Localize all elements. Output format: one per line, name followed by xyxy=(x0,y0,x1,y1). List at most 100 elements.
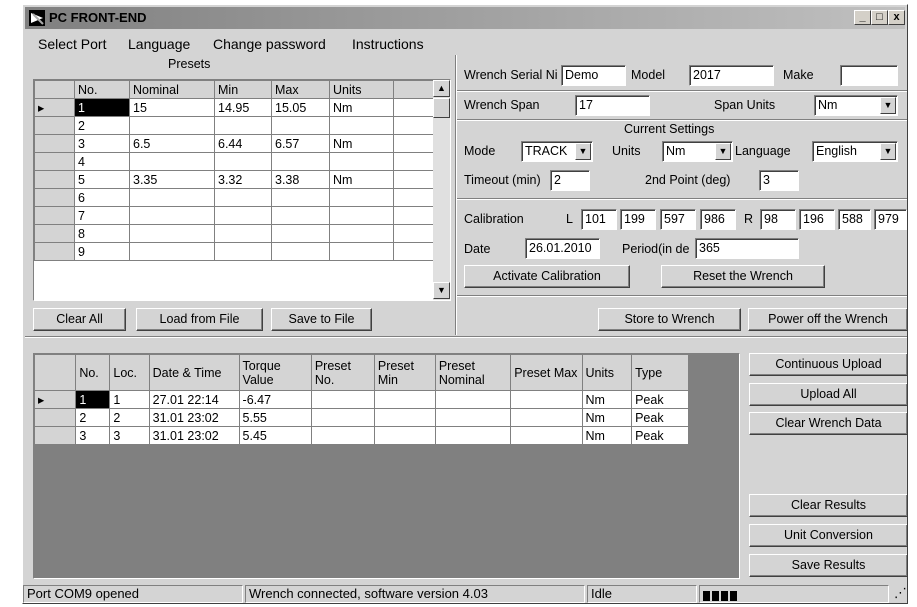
period-input[interactable]: 365 xyxy=(695,238,799,259)
clear-all-button[interactable]: Clear All xyxy=(33,308,126,331)
result-cell[interactable] xyxy=(510,390,583,409)
result-cell[interactable]: 27.01 22:14 xyxy=(148,390,240,409)
preset-cell[interactable]: Nm xyxy=(329,170,394,189)
row-indicator[interactable] xyxy=(34,206,75,225)
result-cell[interactable]: 1 xyxy=(75,390,111,409)
preset-cell[interactable]: 8 xyxy=(74,224,130,243)
result-cell[interactable] xyxy=(434,426,512,445)
column-header[interactable]: Loc. xyxy=(109,354,150,391)
power-off-button[interactable]: Power off the Wrench xyxy=(748,308,907,331)
result-row[interactable]: 3 3 31.01 23:02 5.45 Nm Peak xyxy=(34,426,689,445)
result-cell[interactable]: Nm xyxy=(581,426,633,445)
reset-wrench-button[interactable]: Reset the Wrench xyxy=(661,265,825,288)
preset-cell[interactable] xyxy=(214,116,272,135)
row-indicator[interactable] xyxy=(34,408,77,427)
preset-row[interactable]: 7 xyxy=(34,206,436,225)
preset-cell[interactable] xyxy=(129,206,215,225)
preset-cell[interactable]: 15.05 xyxy=(271,98,330,117)
result-cell[interactable] xyxy=(373,426,436,445)
result-cell[interactable]: 5.55 xyxy=(238,408,312,427)
preset-cell[interactable]: 2 xyxy=(74,116,130,135)
result-cell[interactable]: Nm xyxy=(581,408,633,427)
column-header[interactable]: No. xyxy=(75,354,111,391)
presets-scrollbar[interactable]: ▲ ▼ xyxy=(433,80,450,300)
chevron-down-icon[interactable]: ▼ xyxy=(880,143,896,160)
preset-cell[interactable]: 4 xyxy=(74,152,130,171)
preset-cell[interactable] xyxy=(271,188,330,207)
mode-select[interactable]: TRACK ▼ xyxy=(521,141,593,162)
second-point-input[interactable]: 3 xyxy=(759,170,799,191)
row-indicator[interactable]: ▸ xyxy=(34,98,75,117)
presets-grid[interactable]: No. Nominal Min Max Units ▸ 1 15 14.95 15.05… xyxy=(33,79,451,301)
scroll-up-icon[interactable]: ▲ xyxy=(433,80,450,97)
preset-cell[interactable] xyxy=(214,242,272,261)
column-header[interactable]: Nominal xyxy=(129,80,215,99)
result-cell[interactable] xyxy=(434,408,512,427)
preset-cell[interactable] xyxy=(329,152,394,171)
clear-wrench-data-button[interactable]: Clear Wrench Data xyxy=(749,412,907,435)
preset-cell[interactable] xyxy=(271,116,330,135)
menu-select-port[interactable]: Select Port xyxy=(38,36,106,52)
preset-row[interactable]: 4 xyxy=(34,152,436,171)
row-indicator[interactable] xyxy=(34,426,77,445)
calibration-r-2[interactable]: 196 xyxy=(799,209,835,230)
result-cell[interactable]: 31.01 23:02 xyxy=(148,408,240,427)
column-header[interactable]: Preset No. xyxy=(310,354,375,391)
preset-cell[interactable] xyxy=(129,152,215,171)
date-input[interactable]: 26.01.2010 xyxy=(525,238,600,259)
preset-row[interactable]: ▸ 1 15 14.95 15.05 Nm xyxy=(34,98,436,117)
row-indicator[interactable] xyxy=(34,224,75,243)
column-header[interactable]: Torque Value xyxy=(238,354,312,391)
preset-cell[interactable] xyxy=(329,206,394,225)
model-input[interactable]: 2017 xyxy=(689,65,774,86)
result-cell[interactable]: 5.45 xyxy=(238,426,312,445)
column-header[interactable]: Preset Min xyxy=(373,354,436,391)
result-cell[interactable] xyxy=(434,390,512,409)
save-results-button[interactable]: Save Results xyxy=(749,554,907,577)
preset-cell[interactable] xyxy=(329,242,394,261)
calibration-r-3[interactable]: 588 xyxy=(838,209,871,230)
preset-cell[interactable] xyxy=(214,188,272,207)
scroll-down-icon[interactable]: ▼ xyxy=(433,282,450,299)
row-indicator[interactable] xyxy=(34,188,75,207)
preset-row[interactable]: 5 3.35 3.32 3.38 Nm xyxy=(34,170,436,189)
menu-instructions[interactable]: Instructions xyxy=(352,36,424,52)
preset-cell[interactable] xyxy=(329,116,394,135)
preset-cell[interactable]: Nm xyxy=(329,134,394,153)
unit-conversion-button[interactable]: Unit Conversion xyxy=(749,524,907,547)
activate-calibration-button[interactable]: Activate Calibration xyxy=(464,265,630,288)
preset-cell[interactable]: 9 xyxy=(74,242,130,261)
column-header[interactable]: Preset Max xyxy=(510,354,583,391)
result-cell[interactable]: Peak xyxy=(631,426,689,445)
continuous-upload-button[interactable]: Continuous Upload xyxy=(749,353,907,376)
preset-cell[interactable]: 3.32 xyxy=(214,170,272,189)
column-header[interactable]: Units xyxy=(581,354,633,391)
calibration-r-1[interactable]: 98 xyxy=(760,209,796,230)
calibration-r-4[interactable]: 979 xyxy=(874,209,907,230)
column-header[interactable]: Type xyxy=(631,354,689,391)
calibration-l-3[interactable]: 597 xyxy=(660,209,696,230)
units-select[interactable]: Nm ▼ xyxy=(662,141,733,162)
resize-grip-icon[interactable]: ⋰ xyxy=(891,585,907,603)
result-cell[interactable] xyxy=(373,408,436,427)
result-row[interactable]: 2 2 31.01 23:02 5.55 Nm Peak xyxy=(34,408,689,427)
preset-cell[interactable] xyxy=(271,224,330,243)
preset-cell[interactable] xyxy=(329,224,394,243)
result-cell[interactable]: Nm xyxy=(581,390,633,409)
preset-cell[interactable]: 6.57 xyxy=(271,134,330,153)
result-cell[interactable] xyxy=(310,408,375,427)
result-cell[interactable]: 31.01 23:02 xyxy=(148,426,240,445)
preset-cell[interactable]: 3 xyxy=(74,134,130,153)
close-button[interactable]: x xyxy=(888,10,905,25)
preset-cell[interactable] xyxy=(129,242,215,261)
preset-cell[interactable] xyxy=(214,152,272,171)
row-indicator[interactable] xyxy=(34,152,75,171)
preset-row[interactable]: 6 xyxy=(34,188,436,207)
save-to-file-button[interactable]: Save to File xyxy=(271,308,372,331)
column-header[interactable]: Min xyxy=(214,80,272,99)
result-cell[interactable]: Peak xyxy=(631,408,689,427)
preset-cell[interactable]: 6 xyxy=(74,188,130,207)
preset-cell[interactable]: 15 xyxy=(129,98,215,117)
preset-cell[interactable] xyxy=(271,242,330,261)
result-cell[interactable] xyxy=(373,390,436,409)
